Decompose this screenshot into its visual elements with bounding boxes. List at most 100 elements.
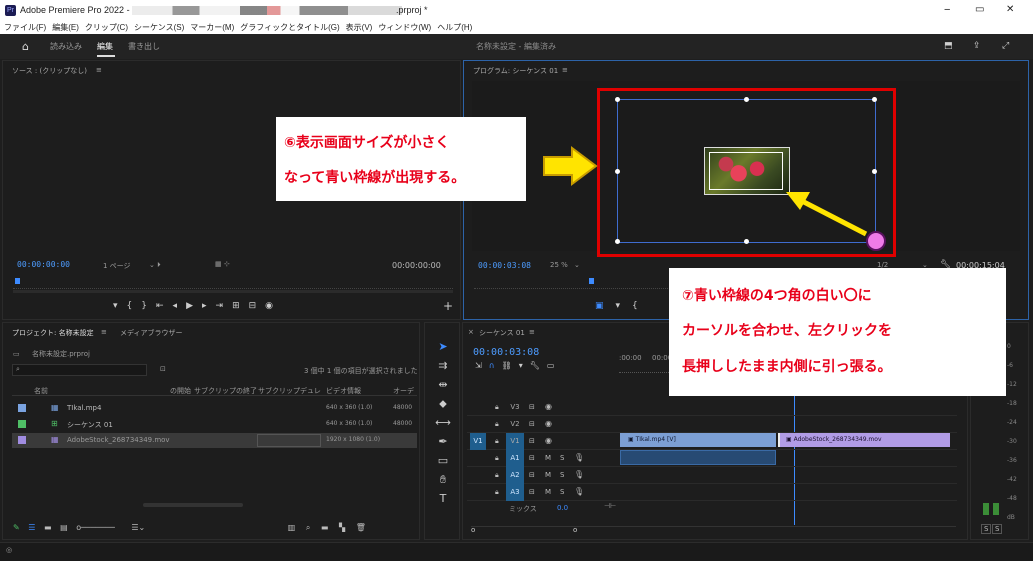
handle-middle-right[interactable] xyxy=(872,169,877,174)
track-label[interactable]: V2 xyxy=(506,416,524,433)
mic-icon[interactable]: 🎙︎ xyxy=(574,470,584,479)
list-view-icon[interactable]: ☰ xyxy=(28,523,35,532)
col-video-info[interactable]: ビデオ情報 xyxy=(326,386,361,396)
program-timecode[interactable]: 00:00:03:08 xyxy=(478,261,531,270)
hand-tool-icon[interactable]: ✋︎ xyxy=(435,470,451,489)
label-color-swatch[interactable] xyxy=(18,436,26,444)
mute-button[interactable]: M xyxy=(545,488,551,496)
search-input[interactable] xyxy=(12,364,147,376)
project-item[interactable]: ⊞ シーケンス 01 640 x 360 (1.0) 48000 xyxy=(12,417,417,432)
safe-margins-icon[interactable]: ▣ xyxy=(595,301,616,311)
new-bin-icon[interactable]: ⊡ xyxy=(160,365,166,373)
write-icon[interactable]: ✎ xyxy=(13,523,20,532)
new-item-icon[interactable]: ▚ xyxy=(339,523,345,532)
solo-right-button[interactable]: S xyxy=(992,524,1003,534)
lock-icon[interactable]: 🔒︎ xyxy=(495,403,499,412)
program-title[interactable]: プログラム: シーケンス 01 xyxy=(473,66,558,76)
track-label[interactable]: A1 xyxy=(506,450,524,467)
camera-icon[interactable]: ◉ xyxy=(265,301,282,311)
goto-out-icon[interactable]: ⇥ xyxy=(216,301,233,311)
menu-item-8[interactable]: ヘルプ(H) xyxy=(437,23,472,32)
rectangle-tool-icon[interactable]: ▭ xyxy=(435,451,451,470)
sync-lock-icon[interactable]: ⊟ xyxy=(529,403,535,411)
step-back-icon[interactable]: ◂ xyxy=(173,301,187,311)
col-name[interactable]: 名前 xyxy=(34,386,48,396)
close-button[interactable]: ✕ xyxy=(1006,4,1014,15)
source-page-select[interactable]: 1 ページ xyxy=(103,261,131,271)
trash-icon[interactable]: 🗑︎ xyxy=(356,523,366,532)
eye-icon[interactable]: ◉ xyxy=(545,436,552,445)
menu-item-0[interactable]: ファイル(F) xyxy=(4,23,46,32)
add-marker-icon[interactable]: ▾ xyxy=(519,361,530,370)
out-point-icon[interactable]: } xyxy=(141,301,156,311)
mic-icon[interactable]: 🎙︎ xyxy=(574,487,584,496)
program-marker-icon[interactable]: ▾ xyxy=(616,301,633,311)
project-scrollbar[interactable] xyxy=(143,503,243,507)
source-add-button-icon[interactable]: + xyxy=(443,300,453,312)
menu-item-4[interactable]: マーカー(M) xyxy=(190,23,234,32)
lock-icon[interactable]: 🔒︎ xyxy=(495,471,499,480)
track-label[interactable]: V3 xyxy=(506,399,524,416)
zoom-chevron-icon[interactable]: ⌄ xyxy=(574,261,580,269)
source-title[interactable]: ソース : (クリップなし) xyxy=(12,66,87,76)
captions-icon[interactable]: ▭ xyxy=(547,361,562,370)
slip-tool-icon[interactable]: ⟷ xyxy=(435,413,451,432)
solo-left-button[interactable]: S xyxy=(981,524,992,534)
program-in-icon[interactable]: { xyxy=(632,301,650,311)
find-icon[interactable]: ⌕ xyxy=(306,523,310,532)
source-menu-icon[interactable]: ≡ xyxy=(96,66,102,74)
col-audio[interactable]: オーデ xyxy=(393,386,414,396)
col-start[interactable]: の開始 xyxy=(170,386,191,396)
lock-icon[interactable]: 🔒︎ xyxy=(495,420,499,429)
col-subclip-end[interactable]: サブクリップの終了 xyxy=(194,386,257,396)
track-label[interactable]: V1 xyxy=(506,433,524,450)
eye-icon[interactable]: ◉ xyxy=(545,402,552,411)
selection-tool-icon[interactable]: ➤ xyxy=(435,337,451,356)
source-timecode[interactable]: 00:00:00:00 xyxy=(17,260,70,269)
zoom-select[interactable]: 25 % xyxy=(550,261,568,269)
type-tool-icon[interactable]: T xyxy=(435,489,451,508)
solo-button[interactable]: S xyxy=(560,488,564,496)
step-forward-icon[interactable]: ▸ xyxy=(202,301,216,311)
lock-icon[interactable]: 🔒︎ xyxy=(495,437,499,446)
tab-project[interactable]: プロジェクト: 名称未設定 xyxy=(12,328,94,338)
mute-button[interactable]: M xyxy=(545,471,551,479)
source-ruler[interactable] xyxy=(13,279,453,289)
menu-item-2[interactable]: クリップ(C) xyxy=(85,23,128,32)
handle-bottom-left[interactable] xyxy=(615,239,620,244)
home-icon[interactable]: ⌂ xyxy=(22,40,29,53)
handle-middle-left[interactable] xyxy=(615,169,620,174)
automate-icon[interactable]: ▥ xyxy=(288,523,296,532)
handle-top-center[interactable] xyxy=(744,97,749,102)
clip-tikal-video[interactable]: ▣ TIkal.mp4 [V] xyxy=(620,433,776,447)
sync-lock-icon[interactable]: ⊟ xyxy=(529,420,535,428)
tab-media-browser[interactable]: メディアブラウザー xyxy=(120,328,183,338)
new-bin-footer-icon[interactable]: ▬ xyxy=(321,523,329,532)
handle-top-left[interactable] xyxy=(615,97,620,102)
program-ruler[interactable] xyxy=(474,279,674,289)
sync-lock-icon[interactable]: ⊟ xyxy=(529,471,535,479)
track-label[interactable]: A2 xyxy=(506,467,524,484)
track-label[interactable]: A3 xyxy=(506,484,524,501)
timeline-timecode[interactable]: 00:00:03:08 xyxy=(473,347,539,358)
col-subclip-duration[interactable]: サブクリップデュレ xyxy=(258,386,321,396)
insert-icon[interactable]: ⊞ xyxy=(232,301,249,311)
source-page-chevron-icon[interactable]: ⌄ ⏵ xyxy=(149,261,161,270)
menu-item-6[interactable]: 表示(V) xyxy=(346,23,373,32)
play-icon[interactable]: ▶ xyxy=(186,301,202,311)
solo-button[interactable]: S xyxy=(560,471,564,479)
linked-icon[interactable]: ⛓︎ xyxy=(502,361,519,370)
zoom-slider[interactable]: o─────── xyxy=(76,523,115,532)
source-patch-v1[interactable]: V1 xyxy=(470,433,486,450)
tab-export[interactable]: 書き出し xyxy=(128,41,160,52)
timeline-menu-icon[interactable]: ≡ xyxy=(529,328,535,336)
share-icon[interactable]: ⇪ xyxy=(973,40,981,52)
mute-button[interactable]: M xyxy=(545,454,551,462)
freeform-view-icon[interactable]: ▤ xyxy=(60,523,68,532)
sync-lock-icon[interactable]: ⊟ xyxy=(529,454,535,462)
handle-top-right[interactable] xyxy=(872,97,877,102)
icon-view-icon[interactable]: ▬ xyxy=(44,523,52,532)
goto-in-icon[interactable]: ⇤ xyxy=(156,301,173,311)
fullscreen-icon[interactable]: ⤢ xyxy=(1002,40,1009,52)
tab-import[interactable]: 読み込み xyxy=(50,41,82,52)
